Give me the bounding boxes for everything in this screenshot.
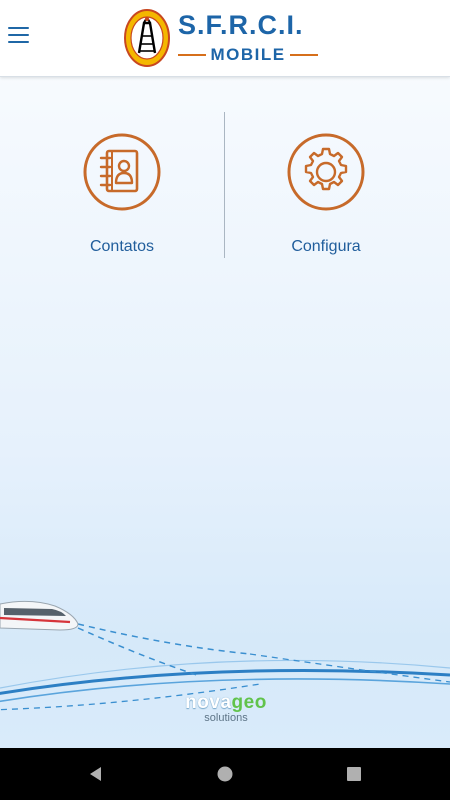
hamburger-menu-icon[interactable] [4,18,34,52]
app-bar: S.F.R.C.I. MOBILE [0,0,450,77]
tiles-divider [224,112,225,258]
gear-settings-icon [287,133,365,211]
back-triangle-icon[interactable] [84,762,108,786]
contacts-tile[interactable]: Contatos [22,120,222,260]
app-logo-title: S.F.R.C.I. [178,10,304,40]
contacts-label: Contatos [89,238,155,255]
novageo-logo: novageo solutions [176,692,276,732]
settings-label: Configura [291,238,361,255]
sfrci-emblem-logo [124,9,170,67]
app-logo-subtitle-group: MOBILE [178,45,318,65]
home-circle-icon[interactable] [213,762,237,786]
recent-apps-square-icon[interactable] [342,762,366,786]
system-navigation-bar [0,748,450,800]
train-image [0,600,79,631]
contacts-book-icon [83,133,161,211]
settings-tile[interactable]: Configura [226,120,426,260]
logo-divider-right [290,54,318,56]
